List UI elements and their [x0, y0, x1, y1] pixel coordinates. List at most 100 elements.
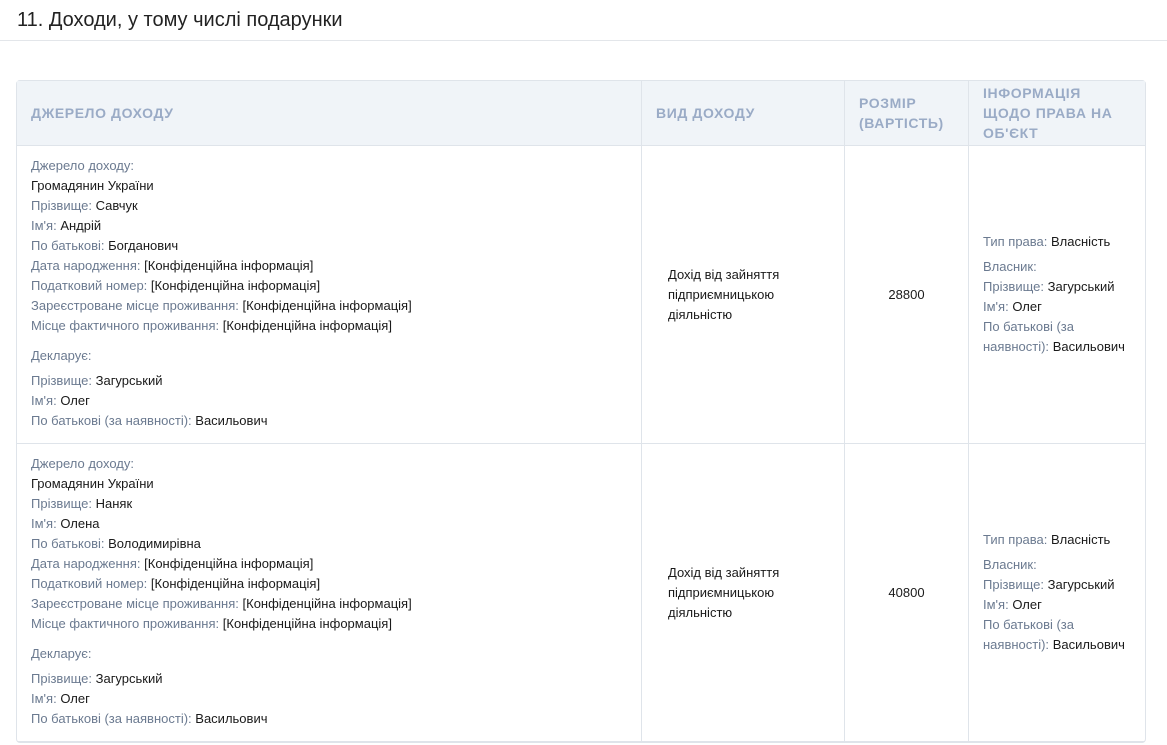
field-value: [Конфіденційна інформація] [223, 616, 392, 631]
field-value: Наняк [96, 496, 133, 511]
column-header-right-info: Інформація щодо права на об'єкт [968, 81, 1145, 146]
field-value: [Конфіденційна інформація] [144, 556, 313, 571]
source-field: Прізвище: Савчук [31, 196, 627, 216]
source-label: Джерело доходу: [31, 454, 627, 474]
field-label: Ім'я: [31, 691, 57, 706]
right-type: Тип права: Власність [983, 232, 1131, 252]
income-type-cell: Дохід від зайняття підприємницькою діяль… [641, 444, 844, 742]
field-label: Прізвище: [31, 496, 92, 511]
owner-field: Ім'я: Олег [983, 595, 1131, 615]
field-label: Прізвище: [31, 373, 92, 388]
income-type-cell: Дохід від зайняття підприємницькою діяль… [641, 146, 844, 444]
field-value: Власність [1051, 532, 1110, 547]
field-value: [Конфіденційна інформація] [144, 258, 313, 273]
section-title: 11. Доходи, у тому числі подарунки [0, 0, 1167, 40]
source-field: Дата народження: [Конфіденційна інформац… [31, 256, 627, 276]
declarant-label: Декларує: [31, 644, 627, 664]
field-label: Податковий номер: [31, 576, 147, 591]
amount-cell: 28800 [844, 146, 968, 444]
field-label: По батькові (за наявності): [31, 711, 192, 726]
table-header-row: Джерело доходу Вид доходу Розмір (вартіс… [17, 81, 1145, 146]
source-cell: Джерело доходу: Громадянин України Прізв… [17, 444, 641, 742]
column-header-source: Джерело доходу [17, 81, 641, 146]
field-value: [Конфіденційна інформація] [243, 596, 412, 611]
field-value: [Конфіденційна інформація] [151, 278, 320, 293]
source-field: Місце фактичного проживання: [Конфіденці… [31, 614, 627, 634]
source-cell: Джерело доходу: Громадянин України Прізв… [17, 146, 641, 444]
field-label: Ім'я: [31, 516, 57, 531]
source-field: Дата народження: [Конфіденційна інформац… [31, 554, 627, 574]
source-field: По батькові: Богданович [31, 236, 627, 256]
source-field: Зареєстроване місце проживання: [Конфіде… [31, 594, 627, 614]
owner-label: Власник: [983, 555, 1131, 575]
field-label: Податковий номер: [31, 278, 147, 293]
field-label: Прізвище: [31, 198, 92, 213]
field-label: Дата народження: [31, 258, 141, 273]
field-value: Васильович [1053, 339, 1125, 354]
field-value: Олег [60, 691, 90, 706]
declarant-field: По батькові (за наявності): Васильович [31, 411, 627, 431]
declarant-field: Ім'я: Олег [31, 689, 627, 709]
column-header-income-type: Вид доходу [641, 81, 844, 146]
field-label: По батькові (за наявності): [31, 413, 192, 428]
field-label: Дата народження: [31, 556, 141, 571]
field-value: Богданович [108, 238, 178, 253]
owner-label: Власник: [983, 257, 1131, 277]
field-label: Ім'я: [983, 597, 1009, 612]
field-value: Володимирівна [108, 536, 201, 551]
declarant-field: Ім'я: Олег [31, 391, 627, 411]
declarant-label: Декларує: [31, 346, 627, 366]
owner-field: По батькові (за наявності): Васильович [983, 615, 1131, 655]
owner-field: Ім'я: Олег [983, 297, 1131, 317]
right-info-cell: Тип права: Власність Власник: Прізвище: … [968, 444, 1145, 742]
owner-field: По батькові (за наявності): Васильович [983, 317, 1131, 357]
source-label: Джерело доходу: [31, 156, 627, 176]
source-field: Зареєстроване місце проживання: [Конфіде… [31, 296, 627, 316]
source-field: Ім'я: Андрій [31, 216, 627, 236]
table-row: Джерело доходу: Громадянин України Прізв… [17, 444, 1145, 742]
field-value: [Конфіденційна інформація] [243, 298, 412, 313]
income-table: Джерело доходу Вид доходу Розмір (вартіс… [16, 80, 1146, 743]
field-label: Тип права: [983, 234, 1047, 249]
field-label: Прізвище: [983, 577, 1044, 592]
field-label: Прізвище: [983, 279, 1044, 294]
source-field: Прізвище: Наняк [31, 494, 627, 514]
field-value: [Конфіденційна інформація] [151, 576, 320, 591]
declarant-field: По батькові (за наявності): Васильович [31, 709, 627, 729]
amount-cell: 40800 [844, 444, 968, 742]
field-label: Зареєстроване місце проживання: [31, 298, 239, 313]
field-value: Савчук [96, 198, 138, 213]
field-value: Олег [1012, 597, 1042, 612]
right-type: Тип права: Власність [983, 530, 1131, 550]
source-type: Громадянин України [31, 474, 627, 494]
field-value: Андрій [60, 218, 101, 233]
field-label: По батькові: [31, 536, 104, 551]
field-label: Зареєстроване місце проживання: [31, 596, 239, 611]
field-value: Загурський [96, 373, 163, 388]
field-value: [Конфіденційна інформація] [223, 318, 392, 333]
field-value: Загурський [1048, 279, 1115, 294]
field-value: Олена [60, 516, 99, 531]
declarant-field: Прізвище: Загурський [31, 371, 627, 391]
field-value: Олег [60, 393, 90, 408]
source-field: По батькові: Володимирівна [31, 534, 627, 554]
field-value: Загурський [1048, 577, 1115, 592]
source-field: Ім'я: Олена [31, 514, 627, 534]
source-type: Громадянин України [31, 176, 627, 196]
owner-field: Прізвище: Загурський [983, 277, 1131, 297]
source-field: Податковий номер: [Конфіденційна інформа… [31, 276, 627, 296]
field-label: Місце фактичного проживання: [31, 318, 219, 333]
field-label: Ім'я: [983, 299, 1009, 314]
field-label: По батькові: [31, 238, 104, 253]
field-label: Прізвище: [31, 671, 92, 686]
field-value: Васильович [195, 413, 267, 428]
field-label: Місце фактичного проживання: [31, 616, 219, 631]
field-label: Ім'я: [31, 393, 57, 408]
field-value: Загурський [96, 671, 163, 686]
declarant-field: Прізвище: Загурський [31, 669, 627, 689]
field-value: Власність [1051, 234, 1110, 249]
divider [0, 40, 1167, 41]
source-field: Місце фактичного проживання: [Конфіденці… [31, 316, 627, 336]
table-row: Джерело доходу: Громадянин України Прізв… [17, 146, 1145, 444]
source-field: Податковий номер: [Конфіденційна інформа… [31, 574, 627, 594]
